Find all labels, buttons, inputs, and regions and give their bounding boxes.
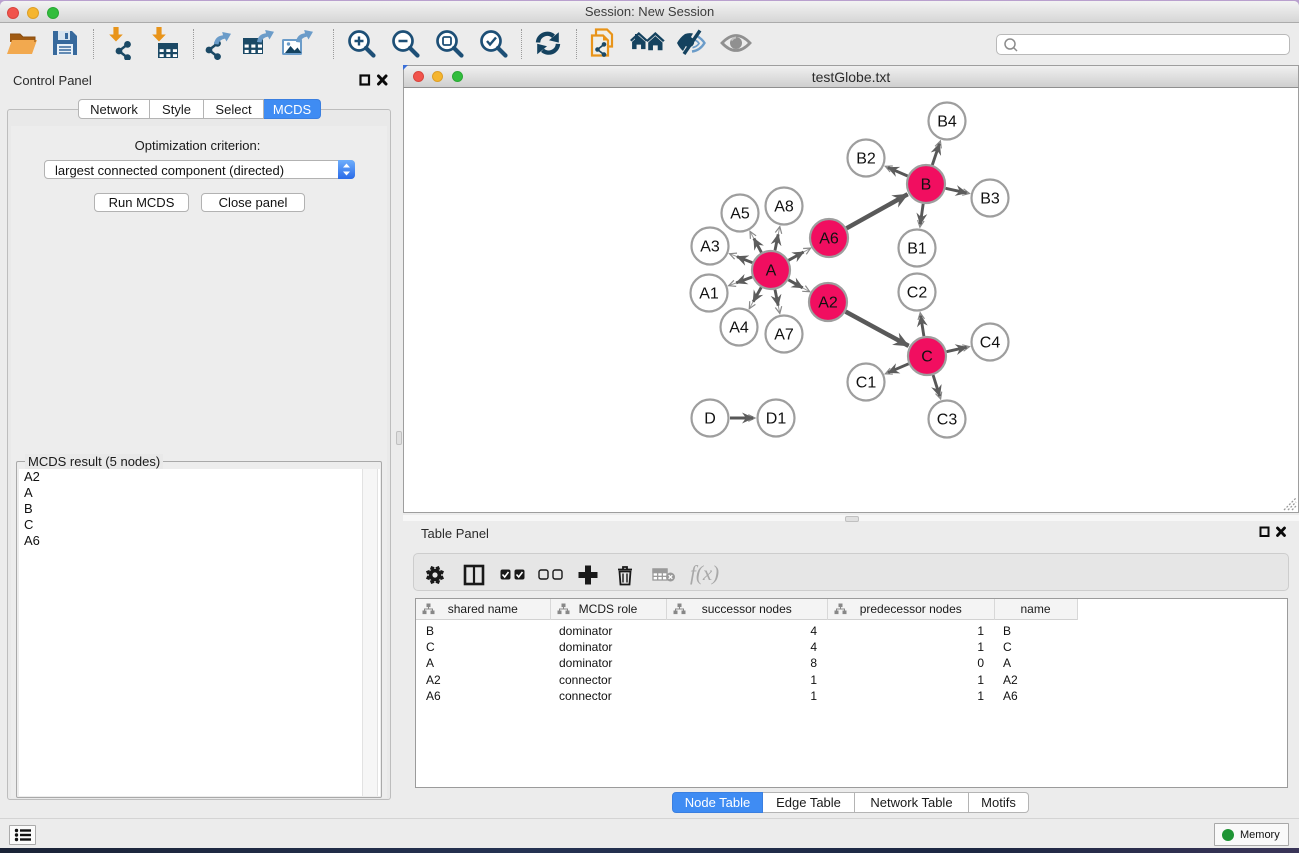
svg-text:A5: A5 bbox=[730, 206, 750, 223]
svg-text:D: D bbox=[704, 411, 716, 428]
svg-text:C2: C2 bbox=[907, 285, 928, 302]
svg-text:A7: A7 bbox=[774, 327, 794, 344]
svg-text:C4: C4 bbox=[980, 335, 1001, 352]
svg-text:A6: A6 bbox=[819, 231, 839, 248]
svg-text:B: B bbox=[921, 177, 932, 194]
svg-text:C3: C3 bbox=[937, 412, 958, 429]
svg-text:A4: A4 bbox=[729, 320, 749, 337]
svg-text:C: C bbox=[921, 349, 933, 366]
svg-text:B2: B2 bbox=[856, 151, 876, 168]
svg-text:B4: B4 bbox=[937, 114, 957, 131]
svg-text:A2: A2 bbox=[818, 295, 838, 312]
svg-text:A: A bbox=[766, 263, 777, 280]
svg-text:B1: B1 bbox=[907, 241, 927, 258]
svg-text:A1: A1 bbox=[699, 286, 719, 303]
svg-text:A8: A8 bbox=[774, 199, 794, 216]
svg-text:C1: C1 bbox=[856, 375, 877, 392]
svg-text:A3: A3 bbox=[700, 239, 720, 256]
svg-text:B3: B3 bbox=[980, 191, 1000, 208]
svg-text:D1: D1 bbox=[766, 411, 787, 428]
